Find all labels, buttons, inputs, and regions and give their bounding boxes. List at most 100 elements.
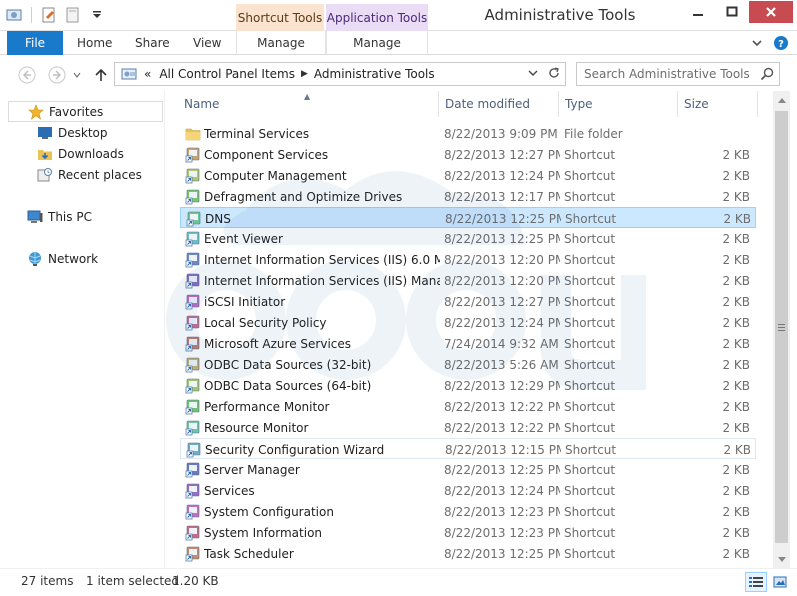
- table-row[interactable]: Resource Monitor 8/22/2013 12:22 PM Shortc…: [180, 417, 756, 438]
- scroll-up-button[interactable]: [773, 91, 790, 108]
- table-row[interactable]: Terminal Services 8/22/2013 9:09 PM File f…: [180, 123, 756, 144]
- table-row[interactable]: ODBC Data Sources (64-bit) 8/22/2013 12:2…: [180, 375, 756, 396]
- search-input[interactable]: [584, 64, 760, 84]
- table-row[interactable]: Performance Monitor 8/22/2013 12:22 PM Sho…: [180, 396, 756, 417]
- close-icon: [766, 7, 776, 17]
- customize-toolbar-icon[interactable]: [87, 5, 107, 25]
- vertical-scrollbar[interactable]: [773, 91, 790, 568]
- column-name[interactable]: Name: [178, 91, 439, 117]
- table-row[interactable]: DNS 8/22/2013 12:25 PM Shortcut 2 KB: [180, 207, 756, 228]
- maximize-icon: [726, 6, 738, 17]
- maximize-button[interactable]: [715, 1, 749, 23]
- quick-access-toolbar: [4, 5, 107, 25]
- breadcrumb-administrative-tools[interactable]: Administrative Tools: [314, 67, 435, 81]
- refresh-button[interactable]: [547, 66, 561, 83]
- tab-file[interactable]: File: [7, 31, 63, 55]
- minimize-button[interactable]: [681, 1, 715, 23]
- tab-manage-application[interactable]: Manage: [326, 31, 428, 55]
- tab-manage-shortcut[interactable]: Manage: [236, 31, 326, 55]
- tab-share[interactable]: Share: [135, 31, 170, 55]
- file-size: 2 KB: [722, 483, 750, 498]
- tab-view[interactable]: View: [193, 31, 221, 55]
- control-panel-icon: [118, 66, 140, 82]
- table-row[interactable]: Local Security Policy 8/22/2013 12:24 PM S…: [180, 312, 756, 333]
- file-name: Local Security Policy: [204, 315, 327, 330]
- table-row[interactable]: Server Manager 8/22/2013 12:25 PM Shortcut…: [180, 459, 756, 480]
- search-box: [576, 62, 780, 86]
- file-name: Terminal Services: [204, 126, 310, 141]
- table-row[interactable]: Component Services 8/22/2013 12:27 PM Shor…: [180, 144, 756, 165]
- nav-network[interactable]: Network: [26, 248, 98, 269]
- table-row[interactable]: iSCSI Initiator 8/22/2013 12:27 PM Shortcu…: [180, 291, 756, 312]
- breadcrumb-control-panel[interactable]: All Control Panel Items: [159, 67, 295, 81]
- file-date-modified: 8/22/2013 5:26 AM: [444, 357, 559, 372]
- file-type: Shortcut: [564, 294, 616, 309]
- file-size: [680, 123, 750, 144]
- table-row[interactable]: ODBC Data Sources (32-bit) 8/22/2013 5:26…: [180, 354, 756, 375]
- forward-button[interactable]: [46, 64, 68, 86]
- file-date-modified: 8/22/2013 12:23 PM: [444, 525, 560, 540]
- forward-arrow-icon: [48, 66, 66, 84]
- new-folder-icon[interactable]: [63, 5, 83, 25]
- nav-favorites[interactable]: Favorites: [8, 101, 163, 122]
- breadcrumb-overflow[interactable]: «: [144, 67, 151, 81]
- file-type: Shortcut: [564, 462, 616, 477]
- azure-icon: [184, 333, 202, 354]
- task-scheduler-icon: [184, 543, 202, 564]
- search-icon[interactable]: [760, 67, 774, 81]
- table-row[interactable]: Computer Management 8/22/2013 12:24 PM Sho…: [180, 165, 756, 186]
- file-type: Shortcut: [564, 525, 616, 540]
- column-date-modified[interactable]: Date modified: [439, 91, 559, 117]
- table-row[interactable]: Task Scheduler 8/22/2013 12:25 PM Shortcut…: [180, 543, 756, 564]
- file-name: DNS: [205, 211, 231, 226]
- table-row[interactable]: System Configuration 8/22/2013 12:23 PM Sh…: [180, 501, 756, 522]
- control-panel-icon[interactable]: [4, 5, 24, 25]
- up-button[interactable]: [90, 64, 112, 86]
- table-row[interactable]: System Information 8/22/2013 12:23 PM Shor…: [180, 522, 756, 543]
- status-bar: 27 items 1 item selected 1.20 KB: [0, 568, 797, 596]
- table-row[interactable]: Microsoft Azure Services 7/24/2014 9:32 A…: [180, 333, 756, 354]
- context-tab-application-tools: Application Tools: [326, 4, 428, 31]
- file-name: Microsoft Azure Services: [204, 336, 352, 351]
- column-size[interactable]: Size: [678, 91, 758, 117]
- help-button[interactable]: ?: [773, 35, 789, 54]
- file-size: 2 KB: [722, 168, 750, 183]
- nav-downloads[interactable]: Downloads: [36, 143, 124, 164]
- back-button[interactable]: [16, 64, 38, 86]
- file-type: Shortcut: [564, 357, 616, 372]
- file-date-modified: 7/24/2014 9:32 AM: [444, 336, 559, 351]
- expand-ribbon-button[interactable]: [751, 37, 763, 52]
- selection-count: 1 item selected: [86, 574, 180, 588]
- nav-this-pc[interactable]: This PC: [26, 206, 92, 227]
- properties-icon[interactable]: [39, 5, 59, 25]
- address-history-button[interactable]: [527, 67, 539, 82]
- table-row[interactable]: Services 8/22/2013 12:24 PM Shortcut 2 KB: [180, 480, 756, 501]
- chevron-down-icon: [528, 70, 538, 76]
- details-view-button[interactable]: [745, 572, 767, 592]
- network-icon: [26, 251, 44, 267]
- large-icons-view-button[interactable]: [769, 572, 791, 592]
- table-row[interactable]: Security Configuration Wizard 8/22/2013 1…: [180, 438, 756, 459]
- column-type[interactable]: Type: [559, 91, 678, 117]
- file-size: 2 KB: [722, 378, 750, 393]
- table-row[interactable]: Internet Information Services (IIS) Mana…: [180, 270, 756, 291]
- odbc32-icon: [184, 354, 202, 375]
- table-row[interactable]: Defragment and Optimize Drives 8/22/2013 …: [180, 186, 756, 207]
- file-date-modified: 8/22/2013 12:23 PM: [444, 504, 560, 519]
- breadcrumb-separator-icon[interactable]: ▶: [301, 69, 308, 79]
- recent-locations-button[interactable]: [70, 64, 84, 86]
- address-bar[interactable]: « All Control Panel Items ▶ Administrati…: [114, 62, 566, 86]
- table-row[interactable]: Event Viewer 8/22/2013 12:25 PM Shortcut 2 …: [180, 228, 756, 249]
- file-size: 2 KB: [722, 315, 750, 330]
- file-name: Services: [204, 483, 255, 498]
- close-button[interactable]: [749, 1, 793, 23]
- grip-icon: [778, 323, 785, 331]
- scroll-down-button[interactable]: [773, 551, 790, 568]
- tab-home[interactable]: Home: [77, 31, 112, 55]
- nav-recent-places[interactable]: Recent places: [36, 164, 142, 185]
- help-icon: ?: [774, 36, 788, 50]
- scrollbar-thumb[interactable]: [775, 111, 788, 543]
- nav-desktop[interactable]: Desktop: [36, 122, 108, 143]
- table-row[interactable]: Internet Information Services (IIS) 6.0 …: [180, 249, 756, 270]
- dns-icon: [185, 208, 203, 229]
